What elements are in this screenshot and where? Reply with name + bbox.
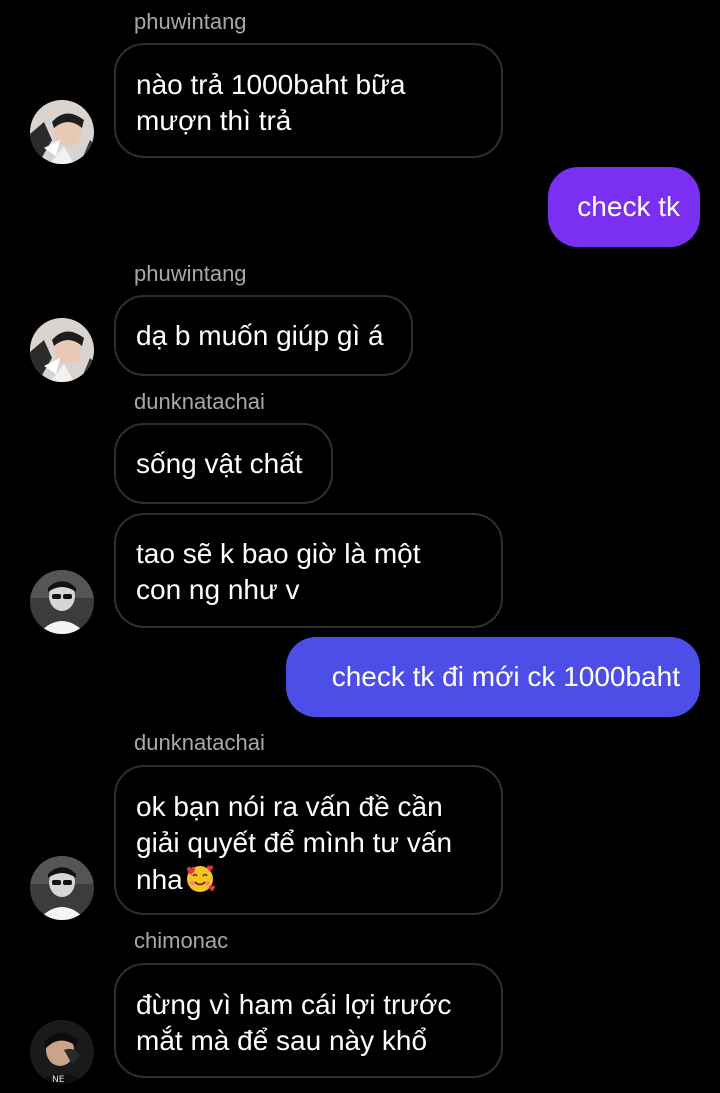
avatar-photo-icon — [30, 856, 94, 920]
message-text: mắt mà để sau này khổ — [136, 1025, 428, 1056]
message-bubble[interactable]: tao sẽ k bao giờ là một con ng như v — [114, 513, 503, 628]
message-text: tao sẽ k bao giờ là một — [136, 538, 421, 569]
message-bubble-outgoing[interactable]: check tk — [548, 167, 700, 247]
avatar-dunknatachai[interactable] — [30, 856, 94, 920]
avatar-photo-icon: NE — [30, 1020, 94, 1084]
message-text: check tk — [577, 191, 680, 222]
avatar-phuwintang[interactable] — [30, 318, 94, 382]
svg-text:NE: NE — [52, 1075, 65, 1084]
sender-name: dunknatachai — [134, 389, 265, 414]
message-text: dạ b muốn giúp gì á — [136, 320, 384, 351]
smiling-face-with-hearts-icon — [186, 865, 215, 892]
sender-name: chimonac — [134, 928, 229, 953]
message-text: sống vật chất — [136, 448, 303, 479]
message-text: đừng vì ham cái lợi trước — [136, 989, 452, 1020]
message-bubble-outgoing[interactable]: check tk đi mới ck 1000baht — [286, 637, 700, 717]
message-text: con ng như v — [136, 574, 300, 605]
message-bubble[interactable]: ok bạn nói ra vấn đề cần giải quyết để m… — [114, 765, 503, 915]
avatar-photo-icon — [30, 570, 94, 634]
message-text: nào trả 1000baht bữa — [136, 69, 406, 100]
sender-name: phuwintang — [134, 261, 247, 286]
message-bubble[interactable]: đừng vì ham cái lợi trước mắt mà để sau … — [114, 963, 503, 1078]
message-text: ok bạn nói ra vấn đề cần — [136, 791, 443, 822]
avatar-photo-icon — [30, 318, 94, 382]
avatar-chimonac[interactable]: NE — [30, 1020, 94, 1084]
avatar-dunknatachai[interactable] — [30, 570, 94, 634]
message-text: nha — [136, 864, 183, 895]
message-text: check tk đi mới ck 1000baht — [331, 661, 680, 692]
avatar-phuwintang[interactable] — [30, 100, 94, 164]
message-text: mượn thì trả — [136, 105, 292, 136]
message-text: giải quyết để mình tư vấn — [136, 827, 453, 858]
message-text-line: nha — [136, 861, 481, 898]
message-bubble[interactable]: nào trả 1000baht bữa mượn thì trả — [114, 43, 503, 158]
message-bubble[interactable]: dạ b muốn giúp gì á — [114, 295, 413, 376]
message-bubble[interactable]: sống vật chất — [114, 423, 333, 504]
sender-name: phuwintang — [134, 9, 247, 34]
sender-name: dunknatachai — [134, 730, 265, 755]
avatar-photo-icon — [30, 100, 94, 164]
